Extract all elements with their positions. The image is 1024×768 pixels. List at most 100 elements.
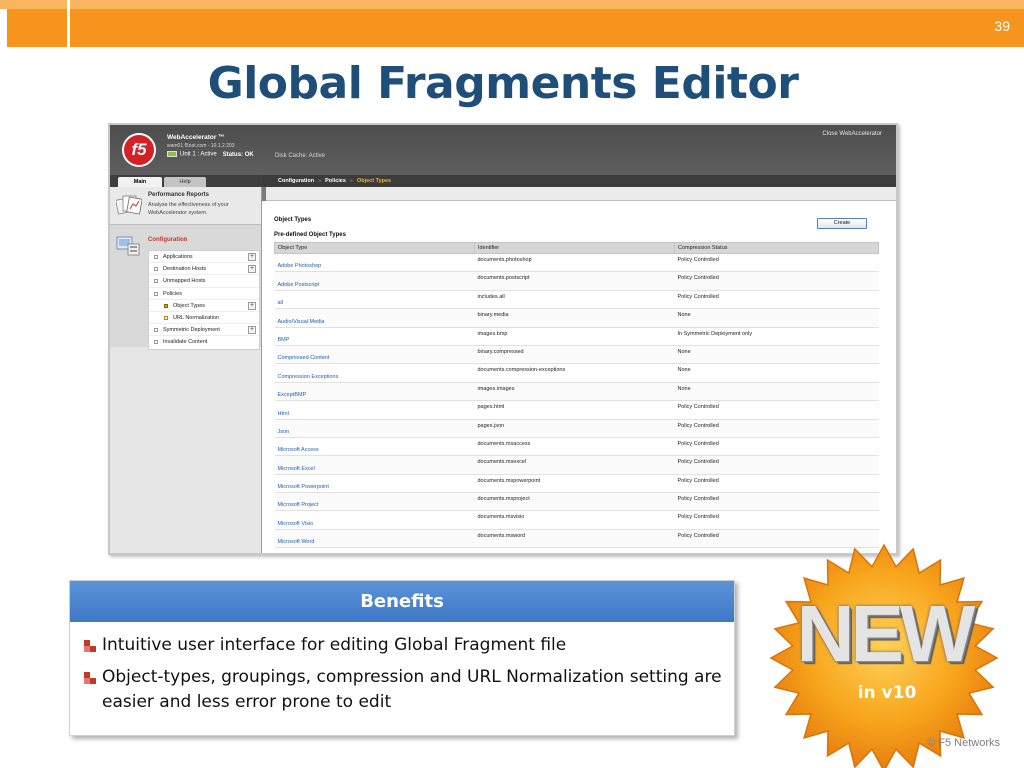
performance-reports-title: Performance Reports (148, 192, 210, 198)
object-type-link[interactable]: Microsoft Powerpoint (274, 474, 475, 494)
nav-item-symmetric-deployment[interactable]: Symmetric Deployment + (149, 324, 259, 337)
identifier-cell: binary.media (474, 308, 675, 328)
banner-right-block (70, 9, 1024, 47)
object-type-link[interactable]: Microsoft Project (274, 492, 475, 512)
identifier-cell: binary.compressed (474, 345, 675, 365)
main-content: Object Types Create Pre-defined Object T… (262, 187, 896, 553)
object-type-link[interactable]: all (274, 290, 475, 310)
performance-reports-section[interactable]: Performance Reports Analyse the effectiv… (110, 187, 261, 225)
table-row[interactable]: Adobe Postscript documents.postscript Poli… (274, 271, 879, 291)
bullet-icon (84, 640, 96, 652)
slide-number: 39 (994, 18, 1010, 34)
tree-node-icon (154, 291, 158, 296)
expand-plus-icon[interactable]: + (248, 253, 256, 261)
benefit-item: Object-types, groupings, compression and… (84, 665, 724, 715)
object-type-link[interactable]: Compression Exceptions (274, 363, 475, 383)
identifier-cell: documents.msproject (474, 492, 675, 512)
tab-help[interactable]: Help (164, 177, 206, 187)
table-row[interactable]: Audio/Visual Media binary.media None (274, 308, 879, 328)
compression-status-cell: None (674, 363, 879, 383)
nav-item-invalidate-content[interactable]: Invalidate Content (149, 336, 259, 348)
identifier-cell: documents.msword (474, 529, 675, 549)
identifier-cell: documents.mspowerpoint (474, 474, 675, 494)
object-type-link[interactable]: Audio/Visual Media (274, 308, 475, 328)
object-type-link[interactable]: ExceptBMP (274, 382, 475, 402)
section-title: Object Types (274, 217, 312, 223)
object-type-link[interactable]: Html (274, 400, 475, 420)
unit-status: Unit 1 : Active Status: OK (167, 151, 254, 158)
column-header-object-type[interactable]: Object Type (274, 242, 475, 254)
object-type-link[interactable]: Adobe Photoshop (274, 253, 475, 273)
table-row[interactable]: Json pages.json Policy Controlled (274, 419, 879, 438)
identifier-cell: documents.msaccess (474, 437, 675, 457)
tab-main[interactable]: Main (118, 177, 162, 187)
nav-item-unmapped-hosts[interactable]: Unmapped Hosts (149, 275, 259, 288)
nav-item-policies[interactable]: Policies (149, 288, 259, 300)
configuration-title[interactable]: Configuration (148, 237, 187, 243)
column-header-compression-status[interactable]: Compression Status (674, 242, 879, 254)
expand-plus-icon[interactable]: + (248, 265, 256, 274)
table-title: Pre-defined Object Types (274, 232, 346, 238)
table-row[interactable]: ExceptBMP images.images None (274, 382, 879, 402)
banner-highlight-strip (0, 0, 1024, 9)
compression-status-cell: Policy Controlled (674, 437, 879, 457)
close-webaccelerator-link[interactable]: Close WebAccelerator (822, 131, 882, 137)
table-row[interactable]: Microsoft Access documents.msaccess Policy… (274, 437, 879, 457)
table-row[interactable]: all includes.all Policy Controlled (274, 290, 879, 310)
breadcrumb-configuration[interactable]: Configuration (278, 178, 314, 184)
nav-item-url-normalization[interactable]: URL Normalization (149, 312, 259, 325)
benefit-text: Object-types, groupings, compression and… (102, 667, 722, 712)
object-type-link[interactable]: Adobe Postscript (274, 271, 475, 291)
bullet-icon (84, 672, 96, 684)
nav-item-applications[interactable]: Applications + (149, 251, 259, 264)
object-type-link[interactable]: Microsoft Excel (274, 455, 475, 475)
column-header-identifier[interactable]: Identifier (474, 242, 675, 254)
table-row[interactable]: Microsoft Excel documents.msexcel Policy C… (274, 455, 879, 475)
expand-plus-icon[interactable]: + (248, 326, 256, 335)
identifier-cell: documents.msvisio (474, 510, 675, 530)
tree-node-icon (154, 279, 158, 284)
object-type-link[interactable]: Microsoft Access (274, 437, 475, 457)
tree-node-icon (164, 315, 168, 320)
expand-plus-icon[interactable]: + (248, 301, 256, 310)
object-type-link[interactable]: BMP (274, 327, 475, 346)
webaccelerator-screenshot: f5 WebAccelerator ™ wam01.f5net.com - 10… (108, 123, 898, 555)
table-row[interactable]: Compressed Content binary.compressed None (274, 345, 879, 365)
compression-status-cell: Policy Controlled (674, 419, 879, 438)
compression-status-cell: None (674, 345, 879, 365)
banner-divider (67, 0, 70, 47)
identifier-cell: documents.compression-exceptions (474, 363, 675, 383)
compression-status-cell: Policy Controlled (674, 290, 879, 310)
nav-item-object-types[interactable]: Object Types + (149, 300, 259, 312)
compression-status-cell: Policy Controlled (674, 474, 879, 494)
table-row[interactable]: Adobe Photoshop documents.photoshop Policy… (274, 253, 879, 273)
breadcrumb-policies[interactable]: Policies (325, 178, 346, 184)
object-type-link[interactable]: Microsoft Word (274, 529, 475, 549)
create-button[interactable]: Create (817, 218, 867, 229)
table-row[interactable]: Microsoft Project documents.msproject Poli… (274, 492, 879, 512)
identifier-cell: includes.all (474, 290, 675, 310)
tree-node-icon (154, 340, 158, 345)
benefits-panel: Benefits Intuitive user interface for ed… (69, 580, 735, 736)
object-type-link[interactable]: Microsoft Visio (274, 510, 475, 530)
table-row[interactable]: Microsoft Visio documents.msvisio Policy C… (274, 510, 879, 530)
new-badge-text: NEW (796, 589, 976, 678)
disk-cache-status: Disk Cache: Active (275, 153, 326, 159)
table-row[interactable]: Html pages.html Policy Controlled (274, 400, 879, 420)
object-type-link[interactable]: Json (274, 419, 475, 438)
object-type-link[interactable]: Compressed Content (274, 345, 475, 365)
table-row[interactable]: Microsoft Powerpoint documents.mspowerpoi… (274, 474, 879, 494)
nav-item-destination-hosts[interactable]: Destination Hosts + (149, 263, 259, 276)
benefits-header: Benefits (70, 581, 734, 622)
table-row[interactable]: Compression Exceptions documents.compress… (274, 363, 879, 383)
new-badge-subtext: in v10 (857, 683, 917, 703)
benefit-text: Intuitive user interface for editing Glo… (102, 635, 567, 655)
content-toolbar (262, 187, 896, 201)
compression-status-cell: Policy Controlled (674, 492, 879, 512)
table-row[interactable]: BMP images.bmp In Symmetric Deployment onl… (274, 327, 879, 346)
compression-status-cell: In Symmetric Deployment only (674, 327, 879, 346)
breadcrumb-separator-icon: » (318, 178, 322, 184)
benefit-item: Intuitive user interface for editing Glo… (84, 633, 724, 658)
top-banner: 39 (0, 0, 1024, 47)
compression-status-cell: Policy Controlled (674, 271, 879, 291)
